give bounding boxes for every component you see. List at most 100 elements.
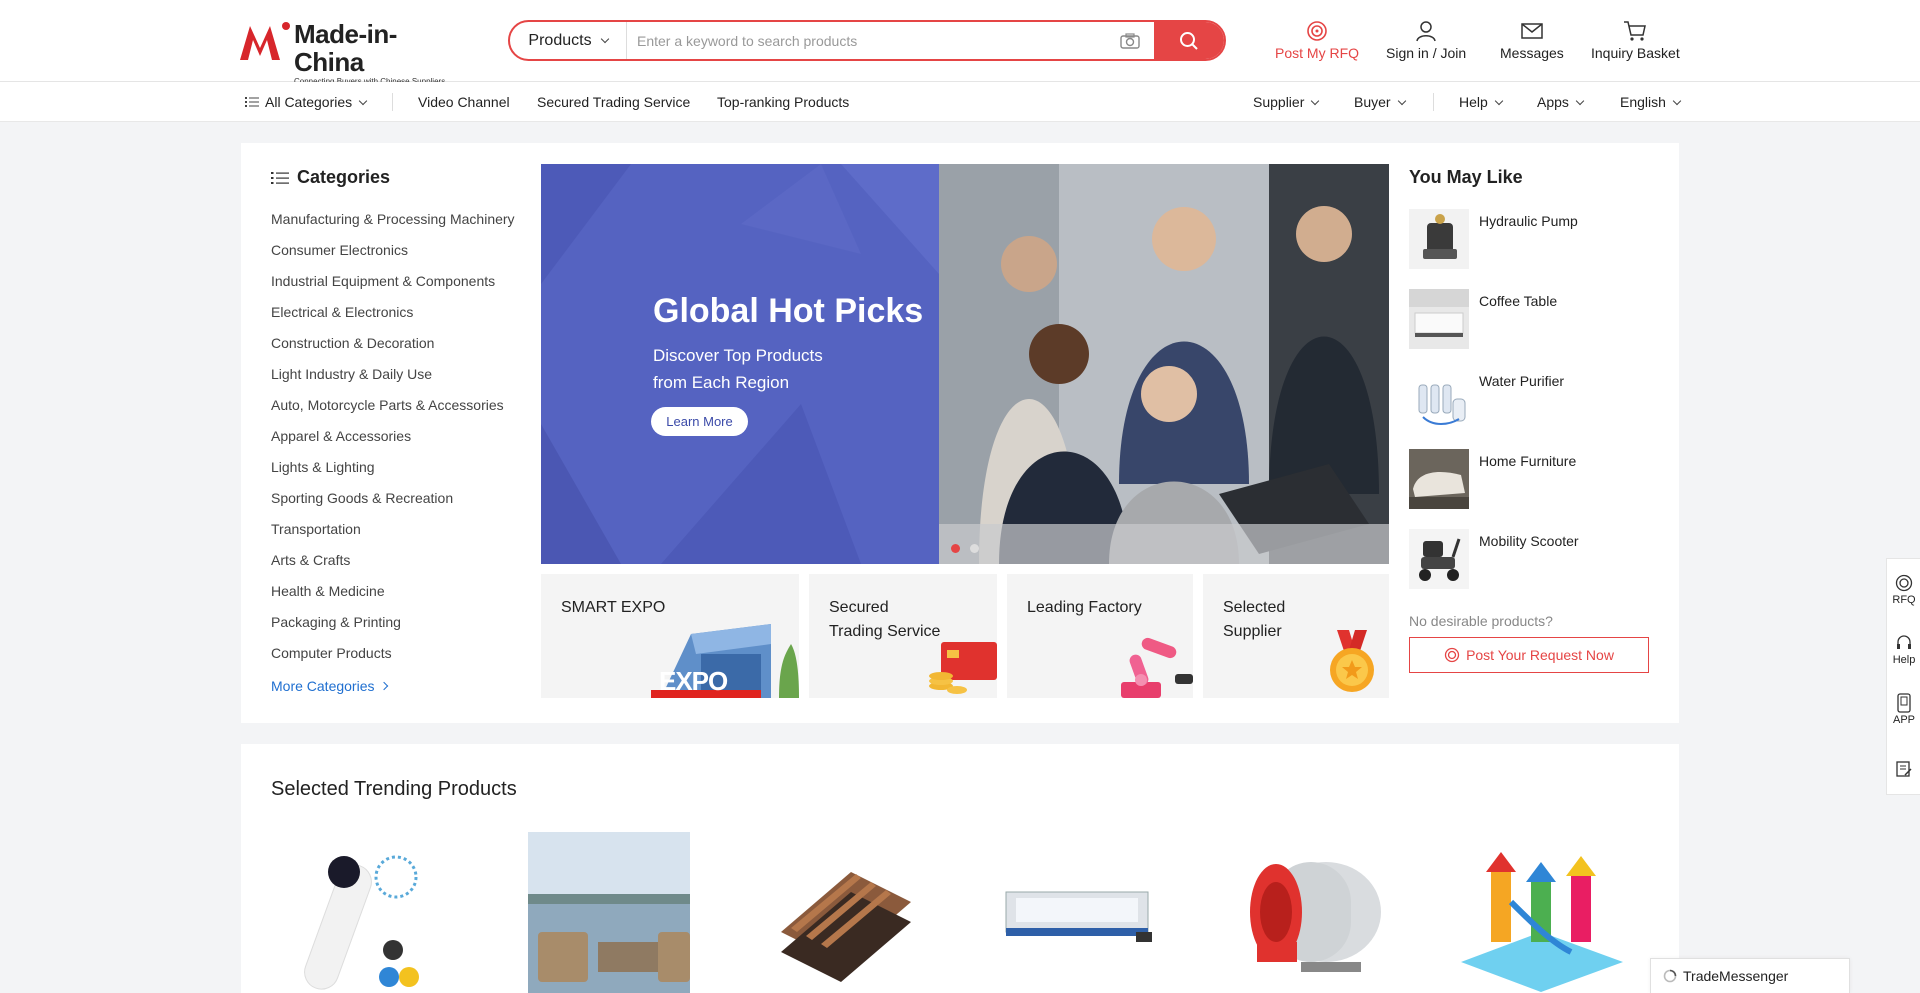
search-category-label: Products xyxy=(528,31,592,49)
top-header: Made-in-China Connecting Buyers with Chi… xyxy=(0,0,1920,86)
messages-link[interactable]: Messages xyxy=(1500,20,1564,61)
inquiry-basket-link[interactable]: Inquiry Basket xyxy=(1591,20,1680,61)
category-item[interactable]: Apparel & Accessories xyxy=(271,426,515,457)
chevron-down-icon xyxy=(600,34,609,44)
sidebar-feedback-button[interactable] xyxy=(1887,739,1920,799)
recommended-product[interactable]: Coffee Table xyxy=(1409,289,1649,349)
wpc-wall-panel-image xyxy=(761,832,923,993)
secured-trading-link[interactable]: Secured Trading Service xyxy=(537,82,690,122)
post-rfq-label: Post My RFQ xyxy=(1275,45,1360,61)
banner-photo xyxy=(939,164,1389,564)
learn-more-button[interactable]: Learn More xyxy=(651,407,748,436)
apps-menu[interactable]: Apps xyxy=(1537,82,1585,122)
smart-expo-tile[interactable]: SMART EXPO EXPO xyxy=(541,574,799,698)
category-item[interactable]: Construction & Decoration xyxy=(271,333,515,364)
loading-spinner-icon xyxy=(1663,969,1677,983)
tile-label-line: Secured xyxy=(829,599,889,616)
trending-product[interactable] xyxy=(761,832,923,993)
category-item[interactable]: Health & Medicine xyxy=(271,581,515,612)
list-icon xyxy=(271,171,289,184)
sidebar-rfq-button[interactable]: RFQ xyxy=(1887,559,1920,619)
sidebar-help-button[interactable]: Help xyxy=(1887,619,1920,679)
banner-pagination xyxy=(951,544,979,553)
category-item[interactable]: Consumer Electronics xyxy=(271,240,515,271)
language-label: English xyxy=(1620,94,1666,110)
supplier-label: Supplier xyxy=(1253,94,1305,110)
search-icon xyxy=(1180,31,1198,50)
all-categories-menu[interactable]: All Categories xyxy=(245,82,368,122)
more-categories-link[interactable]: More Categories xyxy=(271,678,388,694)
top-ranking-link[interactable]: Top-ranking Products xyxy=(717,82,849,122)
buyer-menu[interactable]: Buyer xyxy=(1354,82,1406,122)
recommended-product[interactable]: Hydraulic Pump xyxy=(1409,209,1649,269)
secured-trading-tile[interactable]: Secured Trading Service xyxy=(809,574,997,698)
pagination-dot[interactable] xyxy=(951,544,960,553)
apps-label: Apps xyxy=(1537,94,1569,110)
hydraulic-pump-image xyxy=(1409,209,1469,269)
banner-title: Global Hot Picks xyxy=(653,292,924,330)
post-request-button[interactable]: Post Your Request Now xyxy=(1409,637,1649,673)
search-input[interactable] xyxy=(627,22,1106,59)
post-request-label: Post Your Request Now xyxy=(1466,647,1614,663)
video-channel-link[interactable]: Video Channel xyxy=(418,82,510,122)
language-menu[interactable]: English xyxy=(1620,82,1682,122)
signin-link[interactable]: Sign in / Join xyxy=(1386,20,1466,61)
headset-icon xyxy=(1897,635,1911,649)
category-item[interactable]: Industrial Equipment & Components xyxy=(271,271,515,302)
category-item[interactable]: Packaging & Printing xyxy=(271,612,515,643)
recommended-product[interactable]: Water Purifier xyxy=(1409,369,1649,429)
envelope-icon xyxy=(1521,23,1543,39)
category-item[interactable]: Lights & Lighting xyxy=(271,457,515,488)
rfq-target-icon xyxy=(1895,574,1913,592)
category-item[interactable]: Electrical & Electronics xyxy=(271,302,515,333)
rfq-target-icon xyxy=(1444,647,1460,663)
search-category-select[interactable]: Products xyxy=(510,22,627,59)
banner-subtitle: Discover Top Products from Each Region xyxy=(653,342,913,396)
trending-product[interactable] xyxy=(1461,832,1623,993)
expo-badge-text: EXPO xyxy=(659,666,728,696)
post-rfq-link[interactable]: Post My RFQ xyxy=(1275,20,1359,61)
chevron-down-icon xyxy=(1311,96,1320,105)
product-name: Home Furniture xyxy=(1479,453,1577,469)
trending-product[interactable] xyxy=(996,832,1158,993)
category-item[interactable]: Light Industry & Daily Use xyxy=(271,364,515,395)
sidebar-rfq-label: RFQ xyxy=(1892,594,1916,606)
category-item[interactable]: Computer Products xyxy=(271,643,515,674)
cart-icon xyxy=(1624,21,1647,41)
trending-product[interactable] xyxy=(1231,832,1393,993)
site-logo[interactable]: Made-in-China Connecting Buyers with Chi… xyxy=(240,20,460,86)
all-categories-label: All Categories xyxy=(265,94,353,110)
category-item[interactable]: Sporting Goods & Recreation xyxy=(271,488,515,519)
category-item[interactable]: Manufacturing & Processing Machinery xyxy=(271,209,515,240)
pagination-dot[interactable] xyxy=(970,544,979,553)
robot-arm-icon xyxy=(1121,637,1193,698)
video-channel-label: Video Channel xyxy=(418,94,510,110)
help-menu[interactable]: Help xyxy=(1459,82,1504,122)
category-item[interactable]: Arts & Crafts xyxy=(271,550,515,581)
trending-product[interactable] xyxy=(528,832,690,993)
sidebar-help-label: Help xyxy=(1892,654,1916,666)
product-name: Mobility Scooter xyxy=(1479,533,1579,549)
leading-factory-tile[interactable]: Leading Factory xyxy=(1007,574,1193,698)
recommended-product[interactable]: Mobility Scooter xyxy=(1409,529,1649,589)
trade-messenger-button[interactable]: TradeMessenger xyxy=(1650,958,1850,993)
chevron-down-icon xyxy=(1575,96,1585,105)
trending-product[interactable] xyxy=(271,832,433,993)
water-purifier-image xyxy=(1409,369,1469,429)
recommended-product[interactable]: Home Furniture xyxy=(1409,449,1649,509)
coffee-table-image xyxy=(1409,289,1469,349)
camera-search-button[interactable] xyxy=(1106,22,1154,59)
no-desirable-text: No desirable products? xyxy=(1409,613,1553,629)
trade-messenger-label: TradeMessenger xyxy=(1683,968,1789,984)
selected-supplier-tile[interactable]: Selected Supplier xyxy=(1203,574,1389,698)
sidebar-app-button[interactable]: APP xyxy=(1887,679,1920,739)
floating-sidebar: RFQ Help APP xyxy=(1886,558,1920,795)
search-button[interactable] xyxy=(1154,22,1224,59)
category-item[interactable]: Transportation xyxy=(271,519,515,550)
smart-expo-label: SMART EXPO xyxy=(561,599,666,616)
category-item[interactable]: Auto, Motorcycle Parts & Accessories xyxy=(271,395,515,426)
search-bar: Products xyxy=(508,20,1226,61)
hero-banner[interactable]: Global Hot Picks Discover Top Products f… xyxy=(541,164,1389,564)
credit-card-coins-icon xyxy=(929,642,997,694)
supplier-menu[interactable]: Supplier xyxy=(1253,82,1320,122)
